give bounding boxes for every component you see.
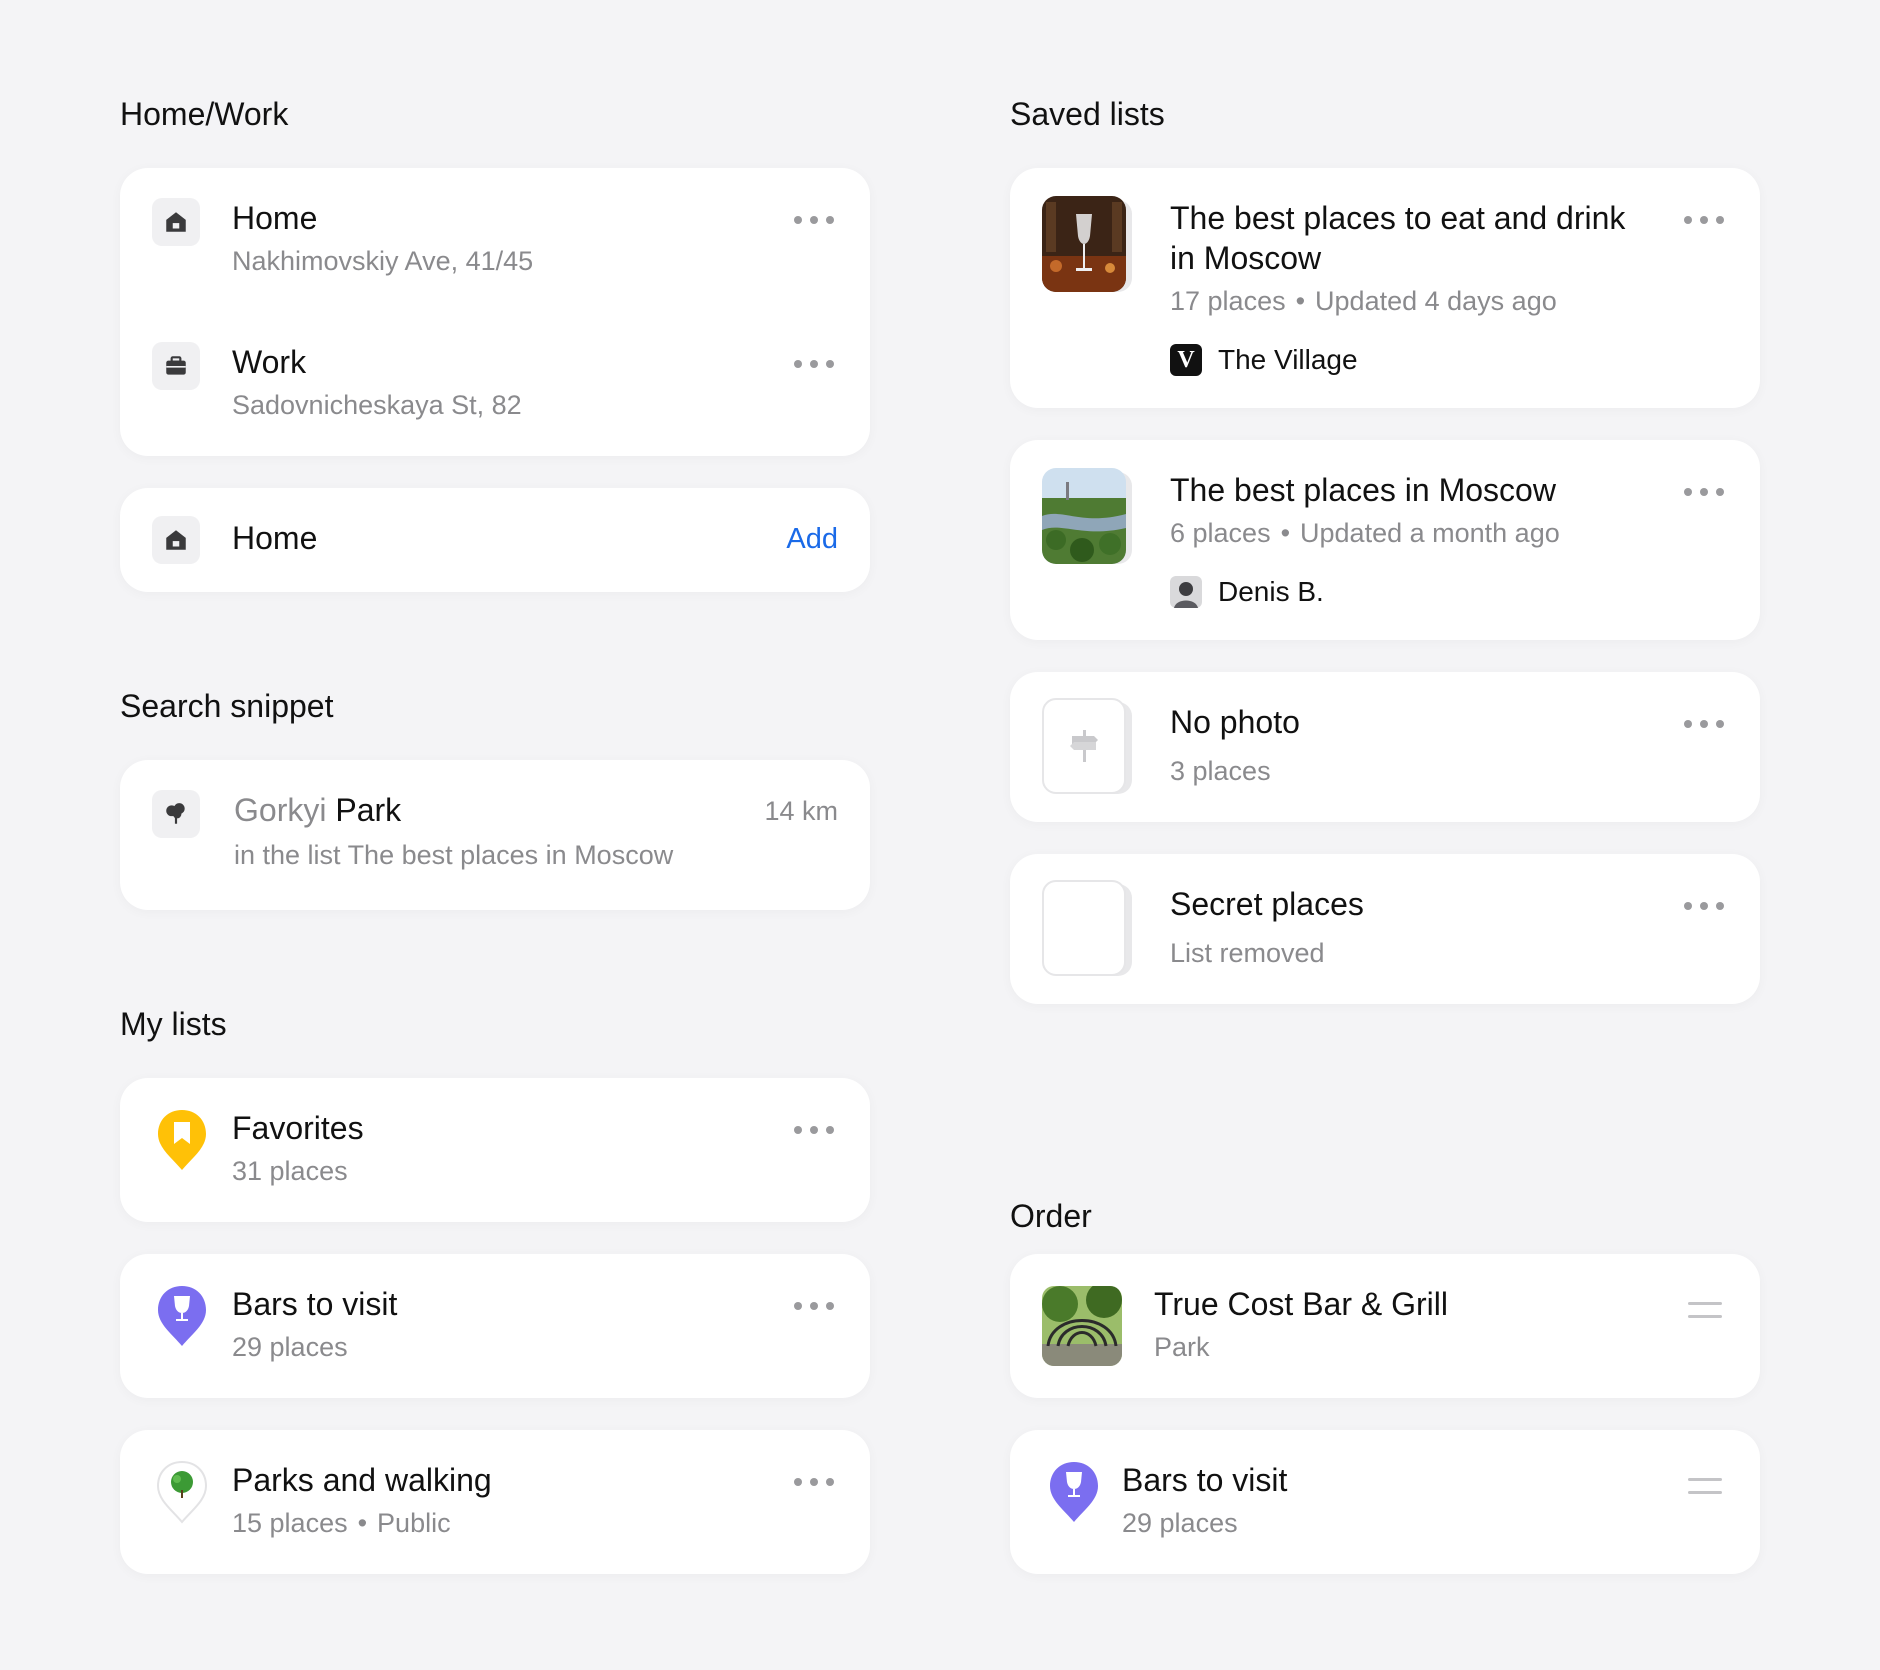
saved-list-count: 3 places xyxy=(1170,756,1271,786)
avatar-icon xyxy=(1170,576,1202,608)
section-title-home-work: Home/Work xyxy=(120,96,289,132)
saved-list-title: The best places in Moscow xyxy=(1170,472,1556,508)
bookmark-pin-icon xyxy=(158,1110,206,1170)
add-home-button[interactable]: Add xyxy=(786,523,838,556)
list-title: Bars to visit xyxy=(232,1286,398,1322)
signpost-icon xyxy=(1042,698,1126,794)
list-count: 29 places xyxy=(232,1332,348,1362)
saved-list-title-line1: The best places to eat and drink xyxy=(1170,200,1626,236)
work-row[interactable]: Work Sadovnicheskaya St, 82 xyxy=(120,312,870,456)
saved-list-title-line2: in Moscow xyxy=(1170,240,1322,276)
list-meta: 15 places • Public xyxy=(232,1508,451,1538)
order-item-title: True Cost Bar & Grill xyxy=(1154,1286,1448,1322)
saved-list-updated: Updated 4 days ago xyxy=(1315,286,1557,316)
tree-icon xyxy=(152,790,200,838)
list-count: 31 places xyxy=(232,1156,348,1186)
drag-handle[interactable] xyxy=(1688,1302,1722,1318)
list-cover-image xyxy=(1042,196,1126,292)
saved-list-author: Denis B. xyxy=(1218,576,1324,607)
saved-list-updated: Updated a month ago xyxy=(1300,518,1560,548)
saved-list-title: No photo xyxy=(1170,704,1300,740)
v-logo-icon: V xyxy=(1170,344,1202,376)
saved-list-title: Secret places xyxy=(1170,886,1364,922)
order-item-subtitle: 29 places xyxy=(1122,1508,1238,1538)
saved-list-card-secret[interactable]: Secret places List removed xyxy=(1010,854,1760,1004)
list-card-bars[interactable]: Bars to visit 29 places xyxy=(120,1254,870,1398)
home-more-button[interactable] xyxy=(794,214,834,226)
list-title: Favorites xyxy=(232,1110,364,1146)
saved-list-card-best-moscow[interactable]: The best places in Moscow 6 places • Updat… xyxy=(1010,440,1760,640)
work-more-button[interactable] xyxy=(794,358,834,370)
drag-handle[interactable] xyxy=(1688,1478,1722,1494)
tree-pin-icon xyxy=(156,1460,208,1524)
section-title-saved-lists: Saved lists xyxy=(1010,96,1165,132)
work-title: Work xyxy=(232,344,307,380)
saved-list-count: 6 places xyxy=(1170,518,1271,548)
wine-glass-pin-icon xyxy=(158,1286,206,1346)
section-title-search-snippet: Search snippet xyxy=(120,688,334,724)
add-home-title: Home xyxy=(232,520,318,556)
saved-list-meta: 6 places • Updated a month ago xyxy=(1170,518,1560,548)
saved-list-status: List removed xyxy=(1170,938,1325,968)
house-icon xyxy=(152,198,200,246)
search-name-match: Park xyxy=(335,792,402,828)
empty-cover-placeholder xyxy=(1042,880,1126,976)
house-icon xyxy=(152,516,200,564)
favorites-more-button[interactable] xyxy=(794,1124,834,1136)
list-count: 15 places xyxy=(232,1508,348,1538)
wine-glass-pin-icon xyxy=(1050,1462,1098,1522)
list-card-favorites[interactable]: Favorites 31 places xyxy=(120,1078,870,1222)
add-home-card: Home Add xyxy=(120,488,870,592)
order-item-subtitle: Park xyxy=(1154,1332,1210,1362)
search-snippet-card[interactable]: Gorkyi Park 14 km in the list The best p… xyxy=(120,760,870,910)
saved-list-card-no-photo[interactable]: No photo 3 places xyxy=(1010,672,1760,822)
briefcase-icon xyxy=(152,342,200,390)
saved-list-more-button[interactable] xyxy=(1684,214,1724,226)
place-photo xyxy=(1042,1286,1122,1366)
list-visibility: Public xyxy=(377,1508,451,1538)
saved-list-author: The Village xyxy=(1218,344,1358,375)
bars-more-button[interactable] xyxy=(794,1300,834,1312)
search-name-prefix: Gorkyi xyxy=(234,792,327,828)
work-address: Sadovnicheskaya St, 82 xyxy=(232,390,522,420)
order-item-bars[interactable]: Bars to visit 29 places xyxy=(1010,1430,1760,1574)
saved-list-more-button[interactable] xyxy=(1684,486,1724,498)
search-result-name: Gorkyi Park xyxy=(234,792,401,829)
saved-list-count: 17 places xyxy=(1170,286,1286,316)
section-title-order: Order xyxy=(1010,1198,1092,1234)
home-row[interactable]: Home Nakhimovskiy Ave, 41/45 xyxy=(120,168,870,312)
saved-list-more-button[interactable] xyxy=(1684,718,1724,730)
list-card-parks[interactable]: Parks and walking 15 places • Public xyxy=(120,1430,870,1574)
search-distance: 14 km xyxy=(764,796,838,826)
saved-list-card-eat-drink[interactable]: The best places to eat and drink in Mosc… xyxy=(1010,168,1760,408)
list-title: Parks and walking xyxy=(232,1462,492,1498)
saved-list-more-button[interactable] xyxy=(1684,900,1724,912)
saved-list-meta: 17 places • Updated 4 days ago xyxy=(1170,286,1557,316)
section-title-my-lists: My lists xyxy=(120,1006,227,1042)
home-work-card: Home Nakhimovskiy Ave, 41/45 Work Sadovn… xyxy=(120,168,870,456)
search-subtitle: in the list The best places in Moscow xyxy=(234,840,674,870)
home-address: Nakhimovskiy Ave, 41/45 xyxy=(232,246,534,276)
order-item-true-cost[interactable]: True Cost Bar & Grill Park xyxy=(1010,1254,1760,1398)
home-title: Home xyxy=(232,200,318,236)
parks-more-button[interactable] xyxy=(794,1476,834,1488)
list-cover-image xyxy=(1042,468,1126,564)
order-item-title: Bars to visit xyxy=(1122,1462,1288,1498)
